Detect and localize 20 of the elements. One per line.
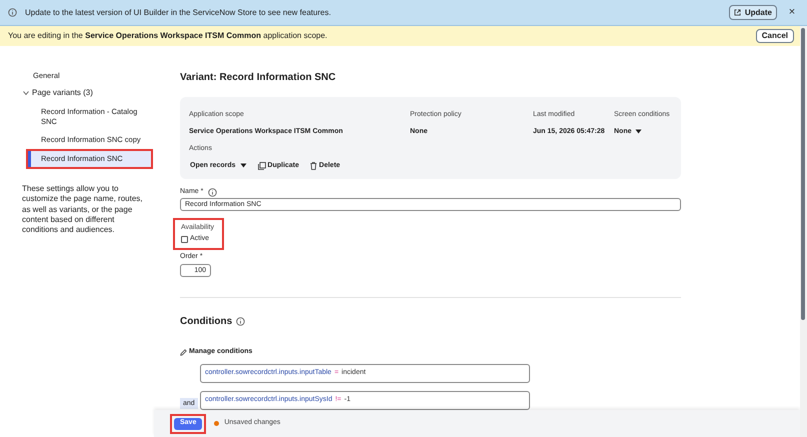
info-icon — [8, 8, 17, 17]
tree-group-toggle[interactable]: Page variants (3) — [23, 84, 151, 102]
info-icon — [208, 188, 218, 197]
cancel-button[interactable]: Cancel — [756, 29, 794, 43]
caret-icon — [240, 163, 247, 168]
info-icon — [236, 317, 246, 326]
chevron-icon — [23, 90, 29, 96]
banner-message: Update to the latest version of UI Builder in the ServiceNow Store to see new features. — [25, 6, 332, 18]
sidebar-description: These settings allow you to customize the page name, routes, as well as variants, or the page content based on different conditions and audiences. — [22, 184, 144, 236]
update-button[interactable]: Update — [728, 5, 777, 20]
duplicate-icon — [258, 162, 266, 170]
conditions-title: Conditions — [180, 315, 232, 329]
trash-icon — [310, 162, 318, 170]
active-checkbox[interactable] — [181, 236, 188, 243]
close-button[interactable]: × — [785, 4, 799, 21]
page-title: Variant: Record Information SNC — [180, 71, 337, 85]
external-link-icon — [734, 9, 741, 16]
pencil-icon — [180, 348, 187, 356]
scope-message: You are editing in the Service Operations Workspace ITSM Common application scope. — [8, 30, 328, 42]
caret-icon — [634, 129, 642, 134]
